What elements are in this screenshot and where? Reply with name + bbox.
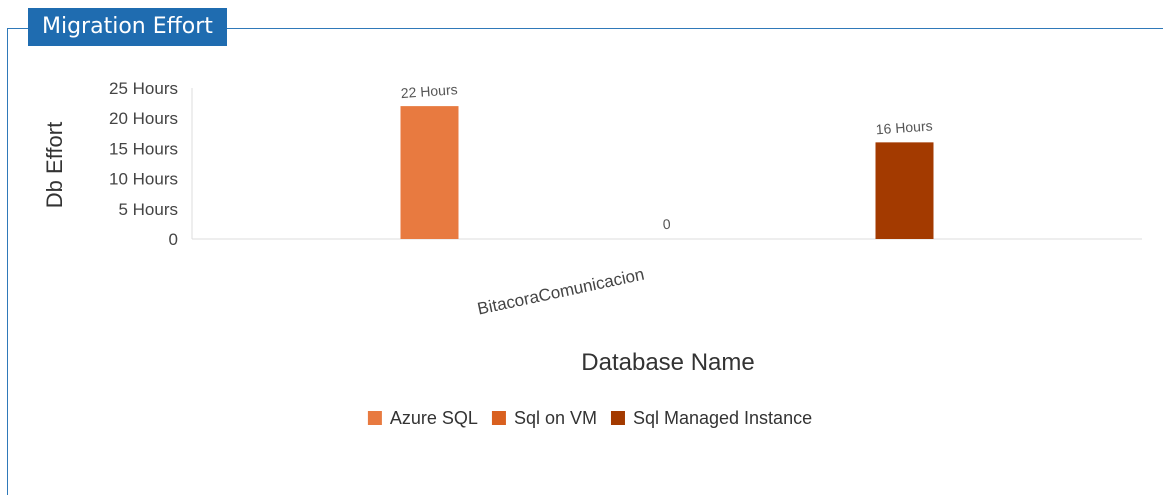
data-label: 0 (662, 216, 671, 233)
legend-label: Azure SQL (390, 408, 478, 428)
y-tick-label: 15 Hours (109, 139, 178, 158)
y-axis-label: Db Effort (42, 122, 67, 208)
y-tick-label: 20 Hours (109, 109, 178, 128)
legend-swatch (491, 411, 506, 425)
bar (400, 106, 459, 240)
legend-label: Sql on VM (514, 408, 597, 428)
migration-effort-chart: Db Effort Database Name BitacoraComunica… (42, 79, 1142, 428)
category-label: BitacoraComunicacion (476, 265, 646, 319)
data-label: 16 Hours (875, 117, 933, 137)
x-axis-label: Database Name (581, 349, 754, 376)
legend-swatch (610, 411, 625, 425)
y-tick-label: 0 (169, 230, 178, 249)
y-tick-label: 10 Hours (109, 170, 178, 189)
bar (875, 142, 934, 239)
legend-swatch (367, 411, 382, 425)
data-label: 22 Hours (400, 81, 458, 101)
y-tick-label: 25 Hours (109, 79, 178, 98)
legend-label: Sql Managed Instance (633, 408, 812, 428)
y-tick-label: 5 Hours (118, 200, 178, 219)
